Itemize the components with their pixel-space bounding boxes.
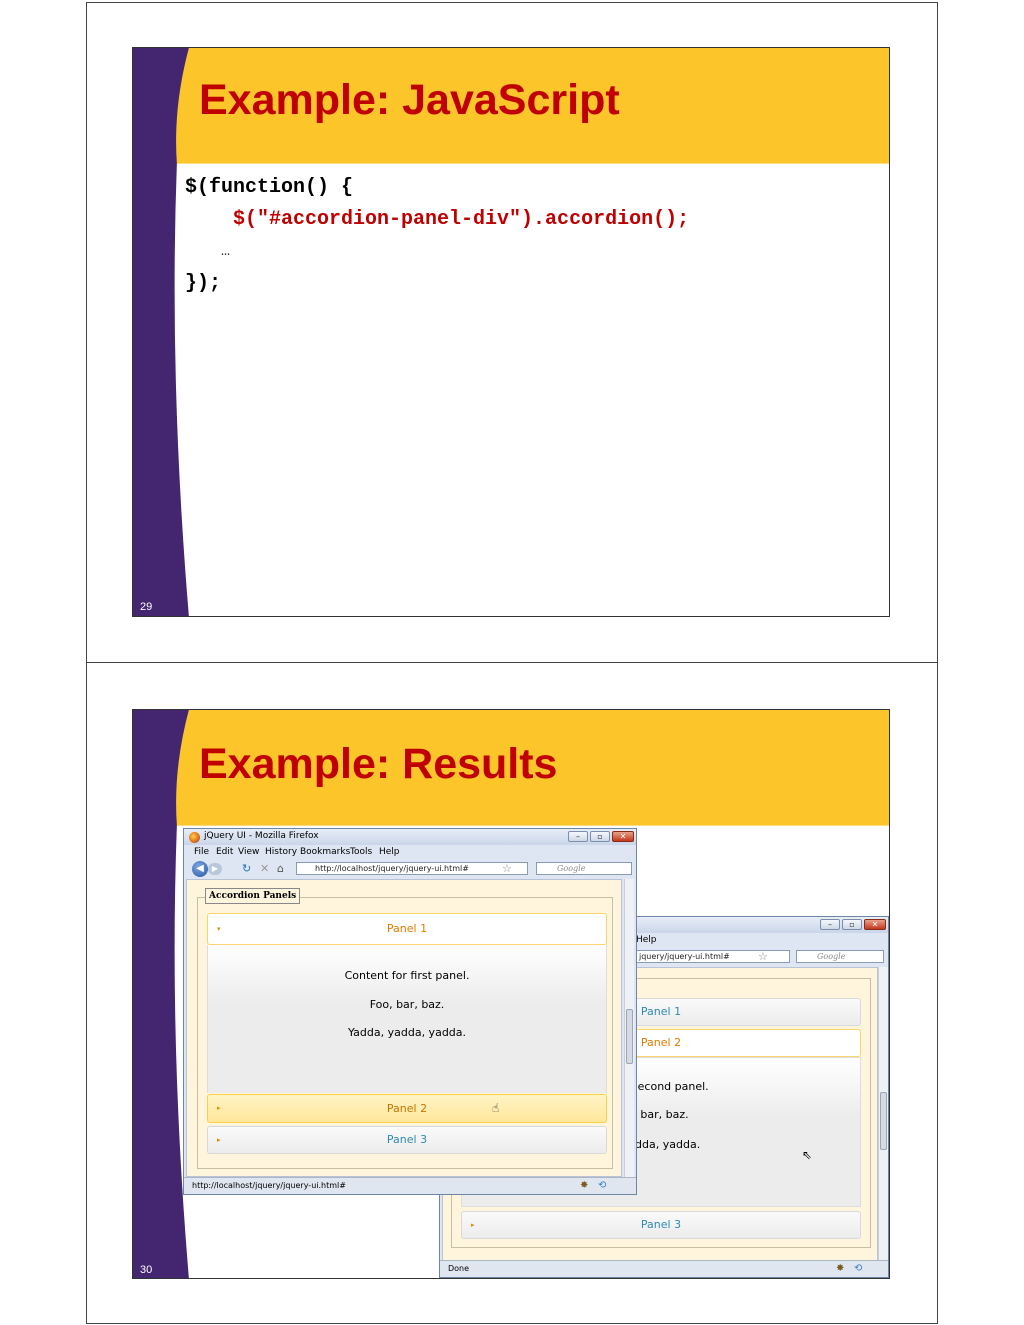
slide-title: Example: JavaScript [199, 76, 620, 124]
status-text: http://localhost/jquery/jquery-ui.html# [192, 1181, 346, 1190]
browser-window-front: jQuery UI - Mozilla Firefox – ▫ ✕ File E… [183, 828, 637, 1195]
minimize-button[interactable]: – [820, 919, 840, 930]
home-icon[interactable]: ⌂ [277, 862, 284, 875]
slide-number: 30 [140, 1264, 153, 1276]
collapsed-arrow-icon: ▸ [217, 1104, 221, 1112]
page-content: Accordion Panels ▾ Panel 1 Content for fi… [186, 879, 622, 1177]
menu-help[interactable]: Help [379, 847, 400, 857]
menu-bar: File Edit View History Bookmarks Tools H… [184, 846, 636, 860]
menu-view[interactable]: View [238, 847, 259, 857]
minimize-button[interactable]: – [568, 831, 588, 842]
star-icon[interactable]: ☆ [502, 862, 512, 875]
reload-icon[interactable]: ↻ [242, 862, 251, 875]
status-bar: http://localhost/jquery/jquery-ui.html# … [184, 1177, 636, 1194]
star-icon[interactable]: ☆ [758, 950, 768, 963]
code-line-2: $("#accordion-panel-div").accordion(); [185, 208, 690, 231]
sync-icon: ⟲ [598, 1180, 607, 1191]
slide-background [133, 48, 889, 616]
nav-bar: ◀ ▶ ↻ ✕ ⌂ http://localhost/jquery/jquery… [184, 860, 636, 878]
content-line-3: Yadda, yadda, yadda. [347, 1026, 467, 1039]
scrollbar[interactable] [878, 967, 888, 1261]
collapsed-arrow-icon: ▸ [471, 1221, 475, 1229]
accordion-panel-1-content: Content for first panel. Foo, bar, baz. … [207, 945, 607, 1093]
menu-file[interactable]: File [194, 847, 209, 857]
accordion-panel-3-header[interactable]: ▸ Panel 3 [207, 1126, 607, 1154]
addon-icon: ✸ [836, 1263, 845, 1274]
maximize-button[interactable]: ▫ [590, 831, 610, 842]
code-line-4: }); [185, 272, 222, 295]
maximize-button[interactable]: ▫ [842, 919, 862, 930]
status-text: Done [448, 1264, 470, 1273]
firefox-logo-icon [189, 832, 200, 843]
menu-tools[interactable]: Tools [350, 847, 372, 857]
code-block: $(function() { $("#accordion-panel-div")… [185, 172, 689, 300]
code-line-3: … [185, 243, 231, 260]
expanded-arrow-icon: ▾ [217, 925, 221, 933]
back-button-icon[interactable]: ◀ [192, 861, 208, 877]
search-bar[interactable]: Google [536, 862, 632, 875]
hand-cursor-icon: ☝ [492, 1101, 500, 1115]
code-line-1: $(function() { [185, 176, 354, 199]
accordion-panel-3-header[interactable]: ▸ Panel 3 [461, 1211, 861, 1239]
page-divider [86, 662, 938, 663]
collapsed-arrow-icon: ▸ [217, 1136, 221, 1144]
stop-icon[interactable]: ✕ [260, 862, 269, 875]
slide-30: Example: Results 30 – ▫ ✕ Help jquery/jq… [132, 709, 890, 1279]
forward-button-icon[interactable]: ▶ [208, 863, 222, 875]
content-line-2: Foo, bar, baz. [369, 998, 445, 1011]
menu-help[interactable]: Help [636, 935, 657, 945]
url-bar[interactable]: http://localhost/jquery/jquery-ui.html# [296, 862, 528, 875]
scrollbar[interactable] [624, 879, 634, 1177]
status-bar: Done ✸ ⟲ [440, 1260, 888, 1277]
content-line-1: Content for first panel. [344, 969, 470, 982]
accordion-panel-1-header[interactable]: ▾ Panel 1 [207, 913, 607, 945]
close-button[interactable]: ✕ [864, 919, 886, 930]
search-bar[interactable]: Google [796, 950, 884, 963]
close-button[interactable]: ✕ [612, 831, 634, 842]
addon-icon: ✸ [580, 1180, 589, 1191]
accordion-panel-2-header[interactable]: ▸ Panel 2 ☝ [207, 1094, 607, 1123]
window-title: jQuery UI - Mozilla Firefox [204, 831, 319, 841]
slide-title: Example: Results [199, 740, 558, 788]
menu-edit[interactable]: Edit [216, 847, 233, 857]
slide-number: 29 [140, 601, 153, 613]
fieldset-legend: Accordion Panels [205, 888, 301, 904]
menu-history[interactable]: History [265, 847, 297, 857]
mouse-cursor-icon: ⇖ [802, 1148, 813, 1162]
menu-bookmarks[interactable]: Bookmarks [300, 847, 350, 857]
sync-icon: ⟲ [854, 1263, 863, 1274]
slide-29: Example: JavaScript $(function() { $("#a… [132, 47, 890, 617]
